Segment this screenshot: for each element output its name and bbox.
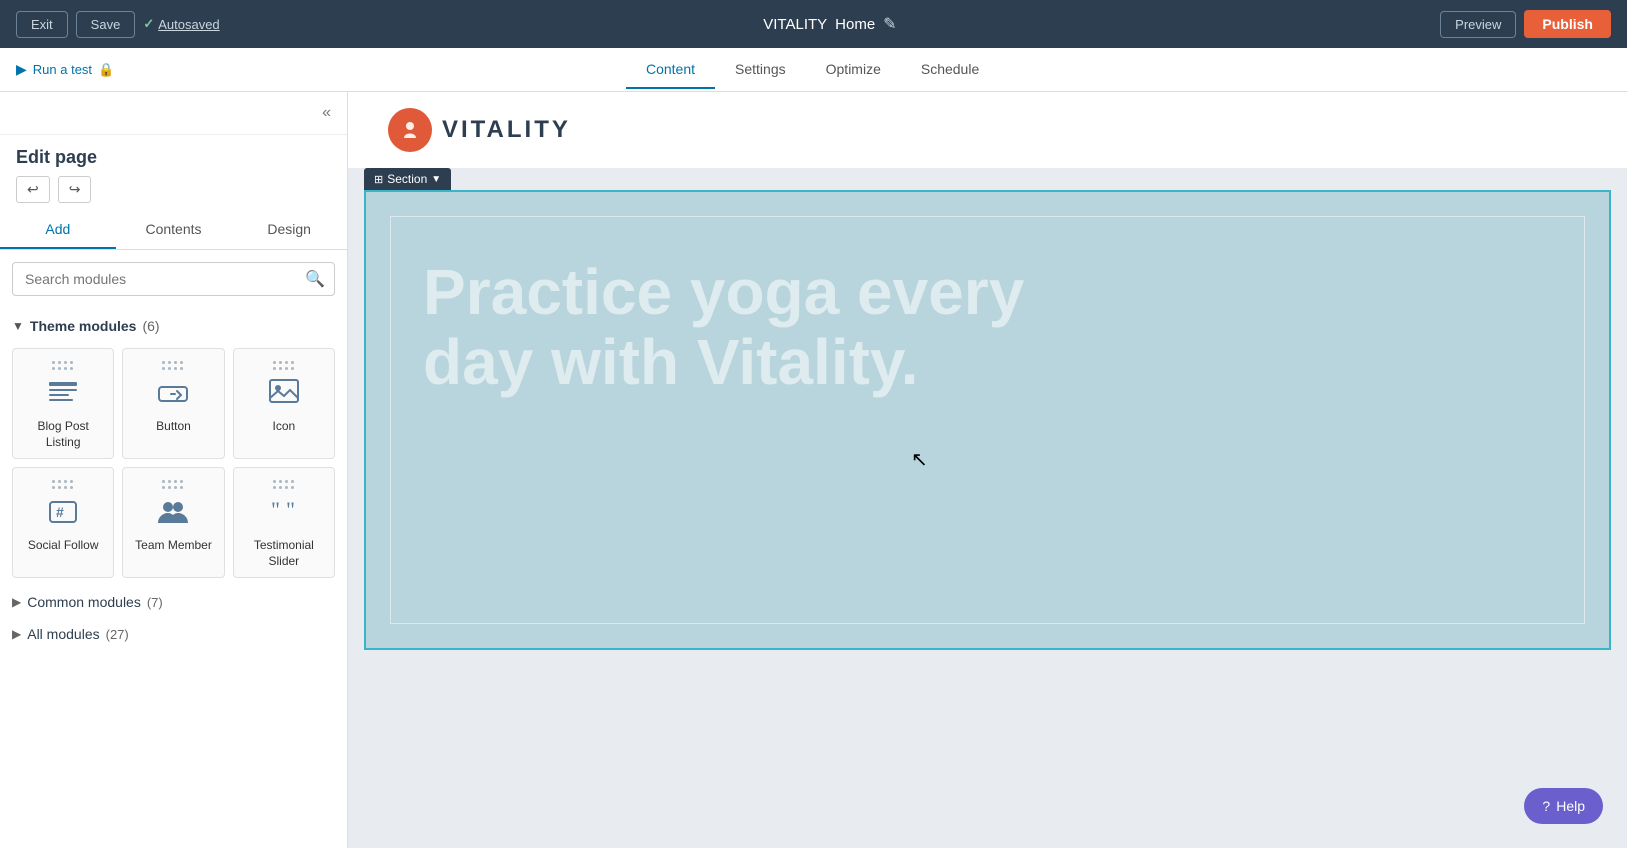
collapse-panel-button[interactable]: « <box>318 100 335 126</box>
help-icon: ? <box>1542 798 1550 814</box>
module-icon[interactable]: Icon <box>233 348 335 459</box>
theme-modules-count: (6) <box>142 318 159 334</box>
common-modules-count: (7) <box>147 595 163 610</box>
module-drag-dots <box>162 361 184 371</box>
all-modules-chevron: ▶ <box>12 627 21 641</box>
all-modules-header[interactable]: ▶ All modules (27) <box>12 618 335 650</box>
search-input-wrap: 🔍 <box>12 262 335 296</box>
preview-button[interactable]: Preview <box>1440 11 1516 38</box>
common-modules-header[interactable]: ▶ Common modules (7) <box>12 586 335 618</box>
page-title-area: VITALITY Home ✎ <box>763 14 896 34</box>
button-module-icon <box>153 375 193 411</box>
content-nav-tabs: Content Settings Optimize Schedule <box>626 51 999 89</box>
module-drag-dots <box>162 480 184 490</box>
hero-content-box: Practice yoga every day with Vitality. <box>390 216 1585 624</box>
common-modules-chevron: ▶ <box>12 595 21 609</box>
module-icon-label: Icon <box>272 419 295 435</box>
module-drag-dots <box>273 361 295 371</box>
topbar-right: Preview Publish <box>1440 10 1611 38</box>
tab-optimize[interactable]: Optimize <box>806 51 901 89</box>
edit-title-icon[interactable]: ✎ <box>883 14 896 34</box>
team-member-icon <box>153 494 193 530</box>
main-layout: « Edit page ↩ ↪ Add Contents Design 🔍 ▼ <box>0 92 1627 848</box>
vitality-brand-text: VITALITY <box>442 116 571 144</box>
module-social-follow[interactable]: # Social Follow <box>12 467 114 578</box>
tab-settings[interactable]: Settings <box>715 51 806 89</box>
tab-add[interactable]: Add <box>0 211 116 249</box>
page-canvas: VITALITY ⊞ Section ▼ ↖ Practice yoga eve… <box>348 92 1627 848</box>
left-panel-tabs: Add Contents Design <box>0 211 347 250</box>
search-row: 🔍 <box>0 250 347 304</box>
module-drag-dots <box>52 361 74 371</box>
search-icon[interactable]: 🔍 <box>305 269 325 289</box>
section-badge-bar: ⊞ Section ▼ <box>348 168 1627 190</box>
common-modules-label: Common modules <box>27 594 141 610</box>
svg-text:": " <box>271 497 280 522</box>
module-team-member[interactable]: Team Member <box>122 467 224 578</box>
theme-modules-label: Theme modules <box>30 318 137 334</box>
hero-section: ↖ Practice yoga every day with Vitality. <box>364 190 1611 650</box>
section-badge-label: Section <box>387 172 427 186</box>
svg-text:#: # <box>56 504 64 520</box>
left-panel: « Edit page ↩ ↪ Add Contents Design 🔍 ▼ <box>0 92 348 848</box>
tab-content[interactable]: Content <box>626 51 715 89</box>
hero-text-line1: Practice yoga every <box>423 256 1024 328</box>
blog-post-listing-icon <box>43 375 83 411</box>
page-title: Home <box>835 16 875 33</box>
module-button-label: Button <box>156 419 191 435</box>
lock-icon: 🔒 <box>98 62 114 78</box>
module-social-label: Social Follow <box>28 538 99 554</box>
theme-modules-chevron: ▼ <box>12 319 24 333</box>
redo-button[interactable]: ↪ <box>58 176 92 203</box>
module-testimonial-label: Testimonial Slider <box>242 538 326 569</box>
vitality-header: VITALITY <box>348 92 1627 168</box>
tab-contents[interactable]: Contents <box>116 211 232 249</box>
tab-schedule[interactable]: Schedule <box>901 51 999 89</box>
save-button[interactable]: Save <box>76 11 136 38</box>
svg-text:": " <box>286 497 295 522</box>
section-badge[interactable]: ⊞ Section ▼ <box>364 168 451 190</box>
module-blog-label: Blog Post Listing <box>21 419 105 450</box>
run-icon: ▶ <box>16 61 27 78</box>
publish-button[interactable]: Publish <box>1524 10 1611 38</box>
exit-button[interactable]: Exit <box>16 11 68 38</box>
hero-text: Practice yoga every day with Vitality. <box>423 257 1223 398</box>
theme-modules-header[interactable]: ▼ Theme modules (6) <box>12 312 335 340</box>
help-button[interactable]: ? Help <box>1524 788 1603 824</box>
theme-modules-grid: Blog Post Listing <box>12 340 335 586</box>
autosaved-link[interactable]: Autosaved <box>158 17 219 32</box>
search-input[interactable] <box>12 262 335 296</box>
page-title: VITALITY <box>763 16 827 33</box>
autosaved-status: ✓ Autosaved <box>143 16 219 32</box>
modules-section: ▼ Theme modules (6) <box>0 304 347 848</box>
topbar-left: Exit Save ✓ Autosaved <box>16 11 220 38</box>
section-grid-icon: ⊞ <box>374 173 383 186</box>
module-drag-dots <box>273 480 295 490</box>
logo-circle <box>388 108 432 152</box>
module-drag-dots <box>52 480 74 490</box>
tab-design[interactable]: Design <box>231 211 347 249</box>
all-modules-count: (27) <box>106 627 129 642</box>
run-a-test-button[interactable]: ▶ Run a test 🔒 <box>16 61 114 78</box>
module-team-label: Team Member <box>135 538 212 554</box>
hero-text-line2: day with Vitality. <box>423 326 919 398</box>
module-button[interactable]: Button <box>122 348 224 459</box>
run-a-test-label: Run a test <box>33 62 92 77</box>
edit-page-title: Edit page <box>0 135 347 176</box>
autosaved-check-icon: ✓ <box>143 16 154 32</box>
help-label: Help <box>1556 798 1585 814</box>
all-modules-label: All modules <box>27 626 99 642</box>
vitality-logo: VITALITY <box>388 108 571 152</box>
testimonial-slider-icon: " " <box>264 494 304 530</box>
undo-button[interactable]: ↩ <box>16 176 50 203</box>
social-follow-icon: # <box>43 494 83 530</box>
left-panel-header: « <box>0 92 347 135</box>
secondary-bar: ▶ Run a test 🔒 Content Settings Optimize… <box>0 48 1627 92</box>
icon-module-icon <box>264 375 304 411</box>
module-blog-post-listing[interactable]: Blog Post Listing <box>12 348 114 459</box>
top-bar: Exit Save ✓ Autosaved VITALITY Home ✎ Pr… <box>0 0 1627 48</box>
module-testimonial-slider[interactable]: " " Testimonial Slider <box>233 467 335 578</box>
section-badge-dropdown-icon[interactable]: ▼ <box>431 174 441 185</box>
